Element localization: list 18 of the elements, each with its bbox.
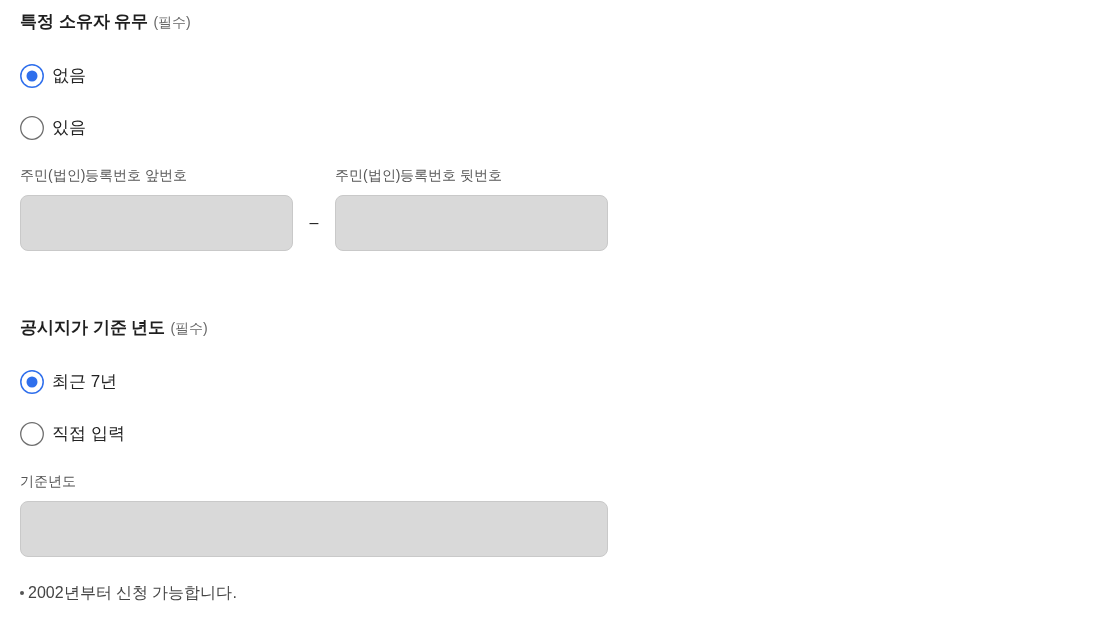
section-title: 특정 소유자 유무 (20, 11, 149, 33)
note-text: 2002년부터 신청 가능합니다. (28, 583, 237, 603)
field-label: 기준년도 (20, 472, 77, 491)
field-label: 주민(법인)등록번호 뒷번호 (335, 166, 504, 185)
radio-button[interactable] (20, 370, 44, 394)
radio-button[interactable] (20, 64, 44, 88)
option-label[interactable]: 있음 (52, 116, 86, 140)
option-label[interactable]: 없음 (52, 64, 86, 88)
field-label: 주민(법인)등록번호 앞번호 (20, 166, 189, 185)
radio-button[interactable] (20, 422, 44, 446)
radio-button[interactable] (20, 116, 44, 140)
required-label: (필수) (170, 319, 208, 338)
option-label[interactable]: 직접 입력 (52, 422, 125, 446)
dash-separator: – (309, 214, 319, 232)
option-label[interactable]: 최근 7년 (52, 370, 118, 394)
bullet-icon (20, 591, 24, 595)
section-title: 공시지가 기준 년도 (20, 317, 166, 339)
required-label: (필수) (153, 13, 191, 32)
